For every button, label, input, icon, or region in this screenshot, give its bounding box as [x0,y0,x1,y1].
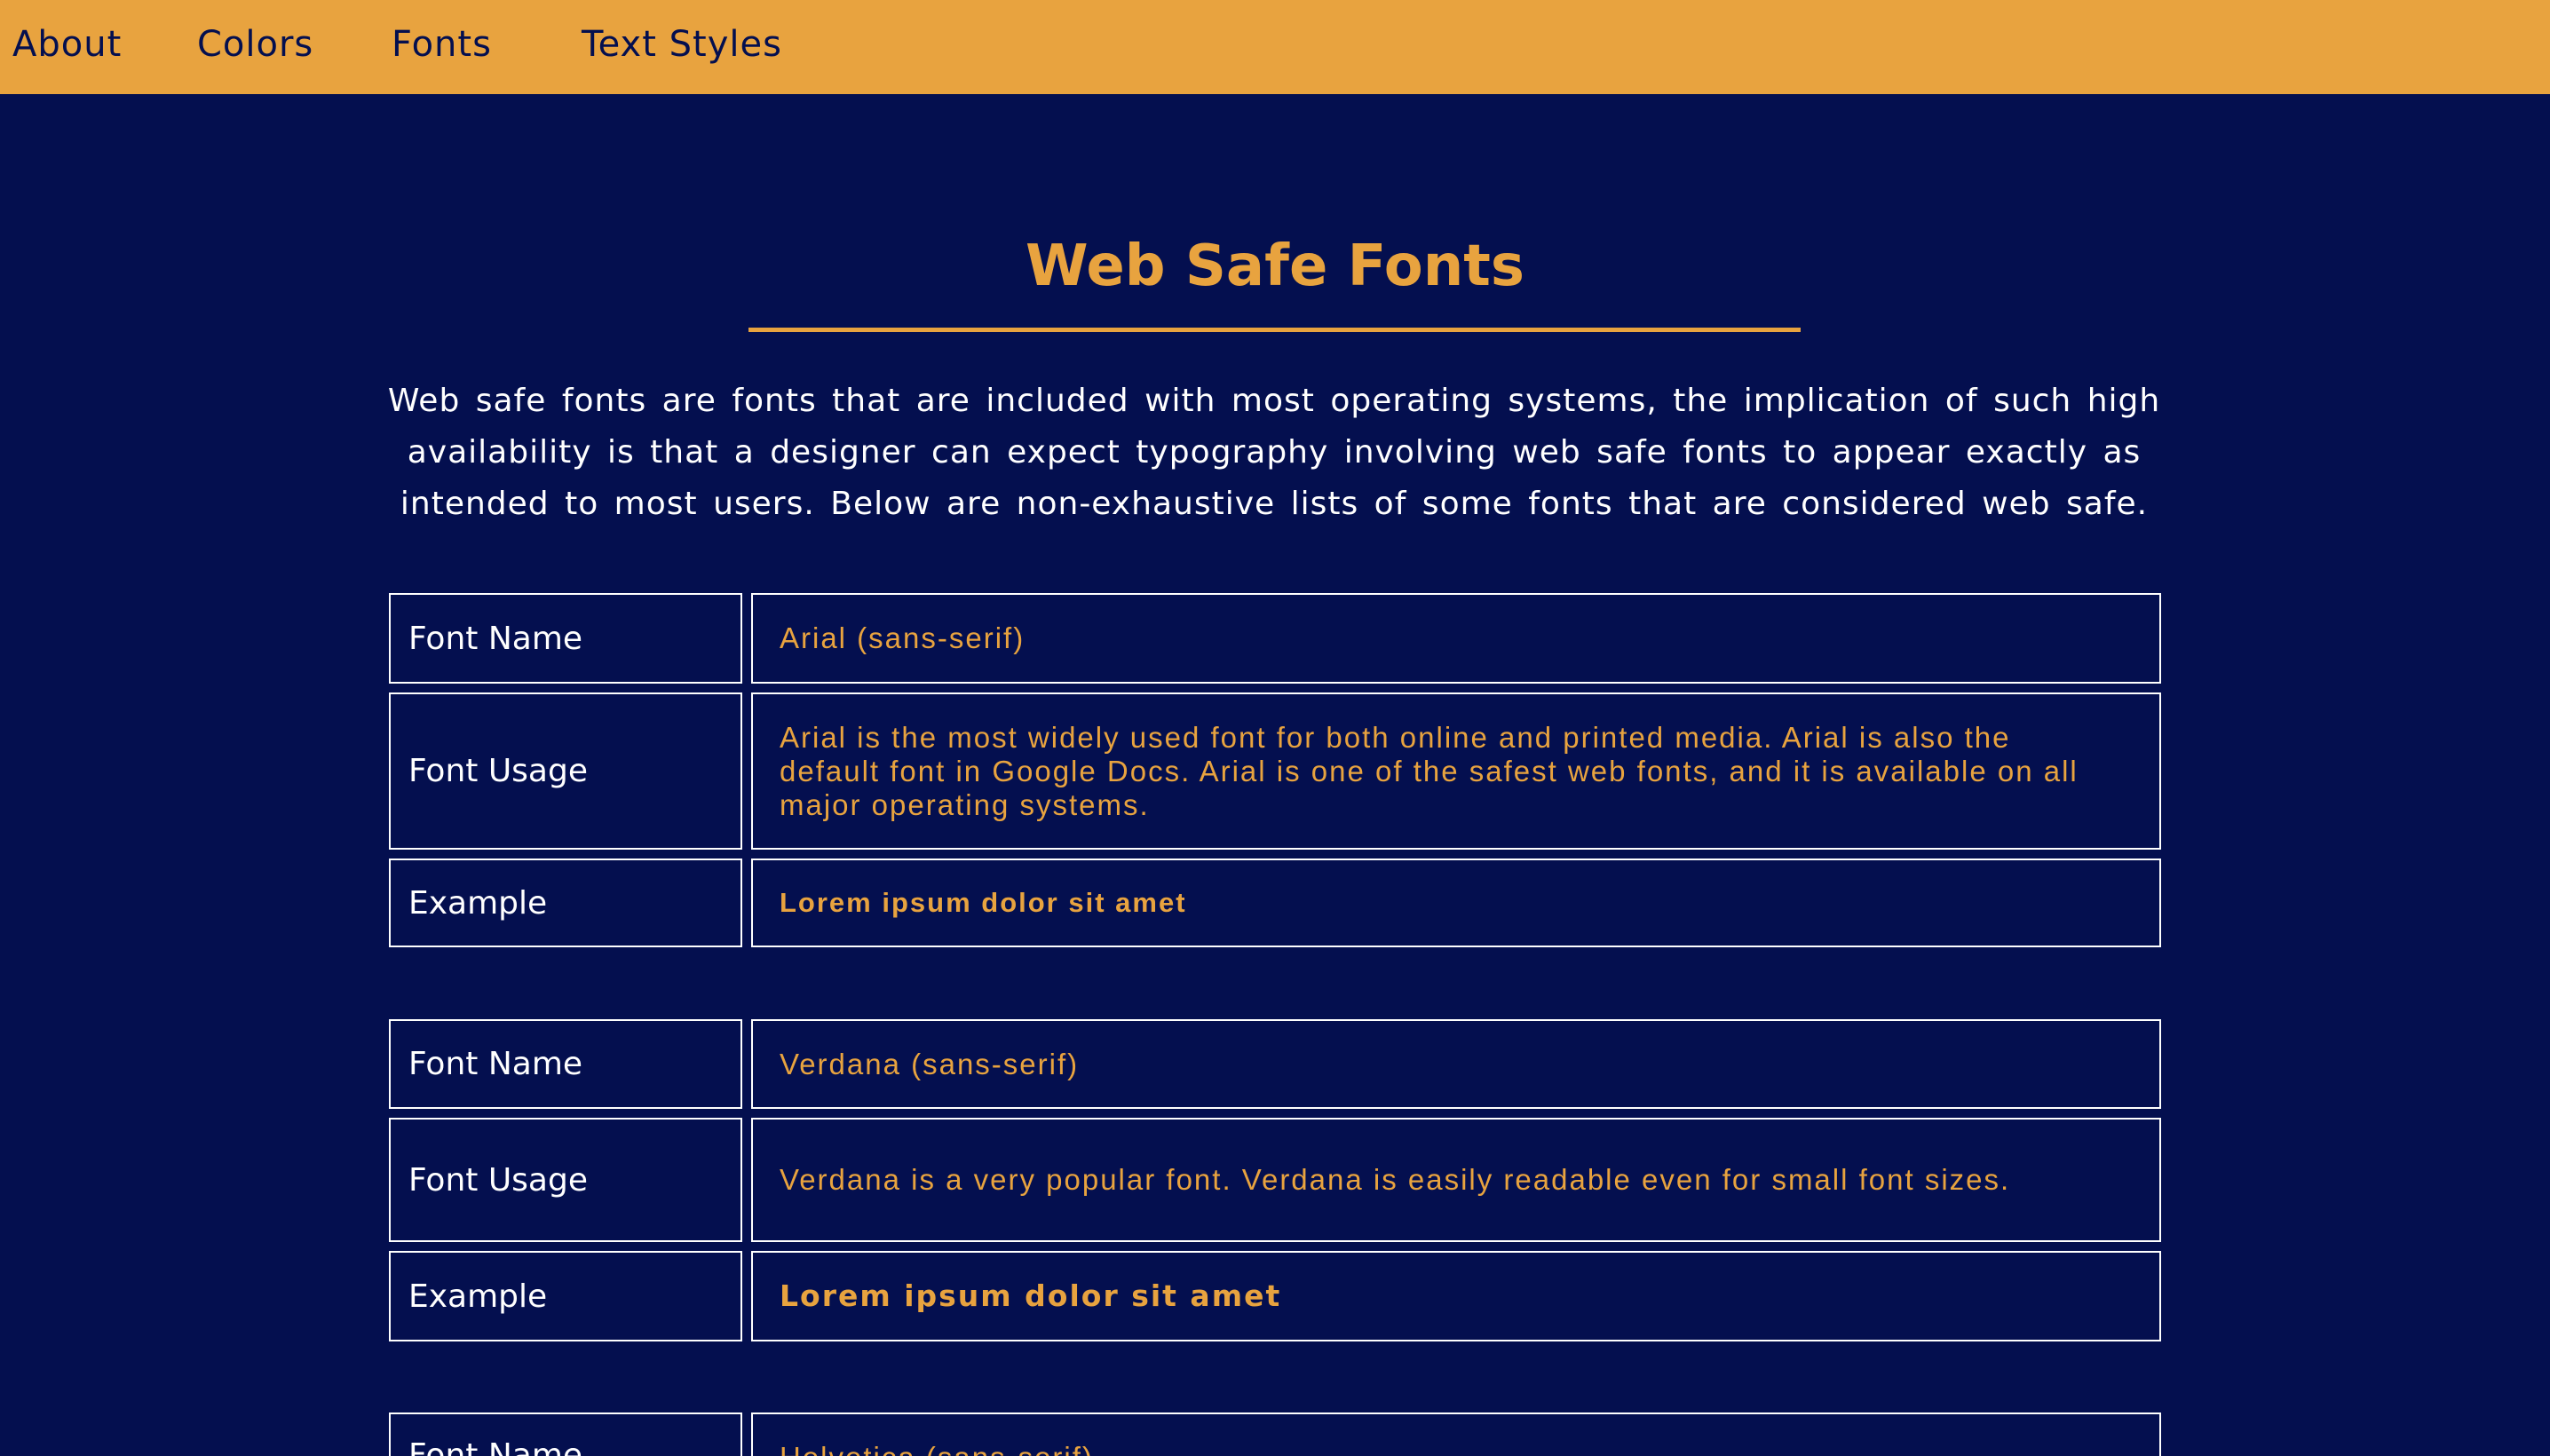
nav-link-fonts[interactable]: Fonts [392,0,492,89]
font-name-label: Font Name [389,1412,742,1456]
font-name-label-text: Font Name [408,1437,583,1456]
example-label-text: Example [408,1278,548,1315]
font-usage-label: Font Usage [389,1118,742,1242]
font-name-label: Font Name [389,593,742,684]
font-usage-value: Verdana is a very popular font. Verdana … [751,1118,2161,1242]
font-name-value: Verdana (sans-serif) [751,1019,2161,1109]
example-value: Lorem ipsum dolor sit amet [751,859,2161,947]
font-usage-label-text: Font Usage [408,753,588,789]
example-value: Lorem ipsum dolor sit amet [751,1251,2161,1341]
nav-link-colors[interactable]: Colors [197,0,313,89]
font-name-text: Helvetica (sans-serif) [780,1441,1094,1456]
font-name-text: Arial (sans-serif) [780,621,1026,654]
font-name-label: Font Name [389,1019,742,1109]
example-label: Example [389,1251,742,1341]
nav-link-text-styles[interactable]: Text Styles [582,0,782,89]
font-name-label-text: Font Name [408,620,583,657]
font-usage-value: Arial is the most widely used font for b… [751,692,2161,850]
intro-paragraph: Web safe fonts are fonts that are includ… [387,383,2161,522]
page-title: Web Safe Fonts [1026,233,1524,299]
title-divider [748,328,1801,332]
font-name-text: Verdana (sans-serif) [780,1047,1080,1080]
font-usage-text: Arial is the most widely used font for b… [780,720,2079,821]
font-usage-label-text: Font Usage [408,1161,588,1199]
arial-example-text: Lorem ipsum dolor sit amet [780,887,1187,918]
verdana-example-text: Lorem ipsum dolor sit amet [780,1278,1282,1313]
example-label-text: Example [408,884,548,922]
font-name-value: Arial (sans-serif) [751,593,2161,684]
font-name-label-text: Font Name [408,1046,583,1082]
font-usage-text: Verdana is a very popular font. Verdana … [780,1163,2011,1196]
font-usage-label: Font Usage [389,692,742,850]
top-nav-bar: About Colors Fonts Text Styles [0,0,2550,94]
font-name-value: Helvetica (sans-serif) [751,1412,2161,1456]
example-label: Example [389,859,742,947]
nav-link-about[interactable]: About [12,0,122,89]
